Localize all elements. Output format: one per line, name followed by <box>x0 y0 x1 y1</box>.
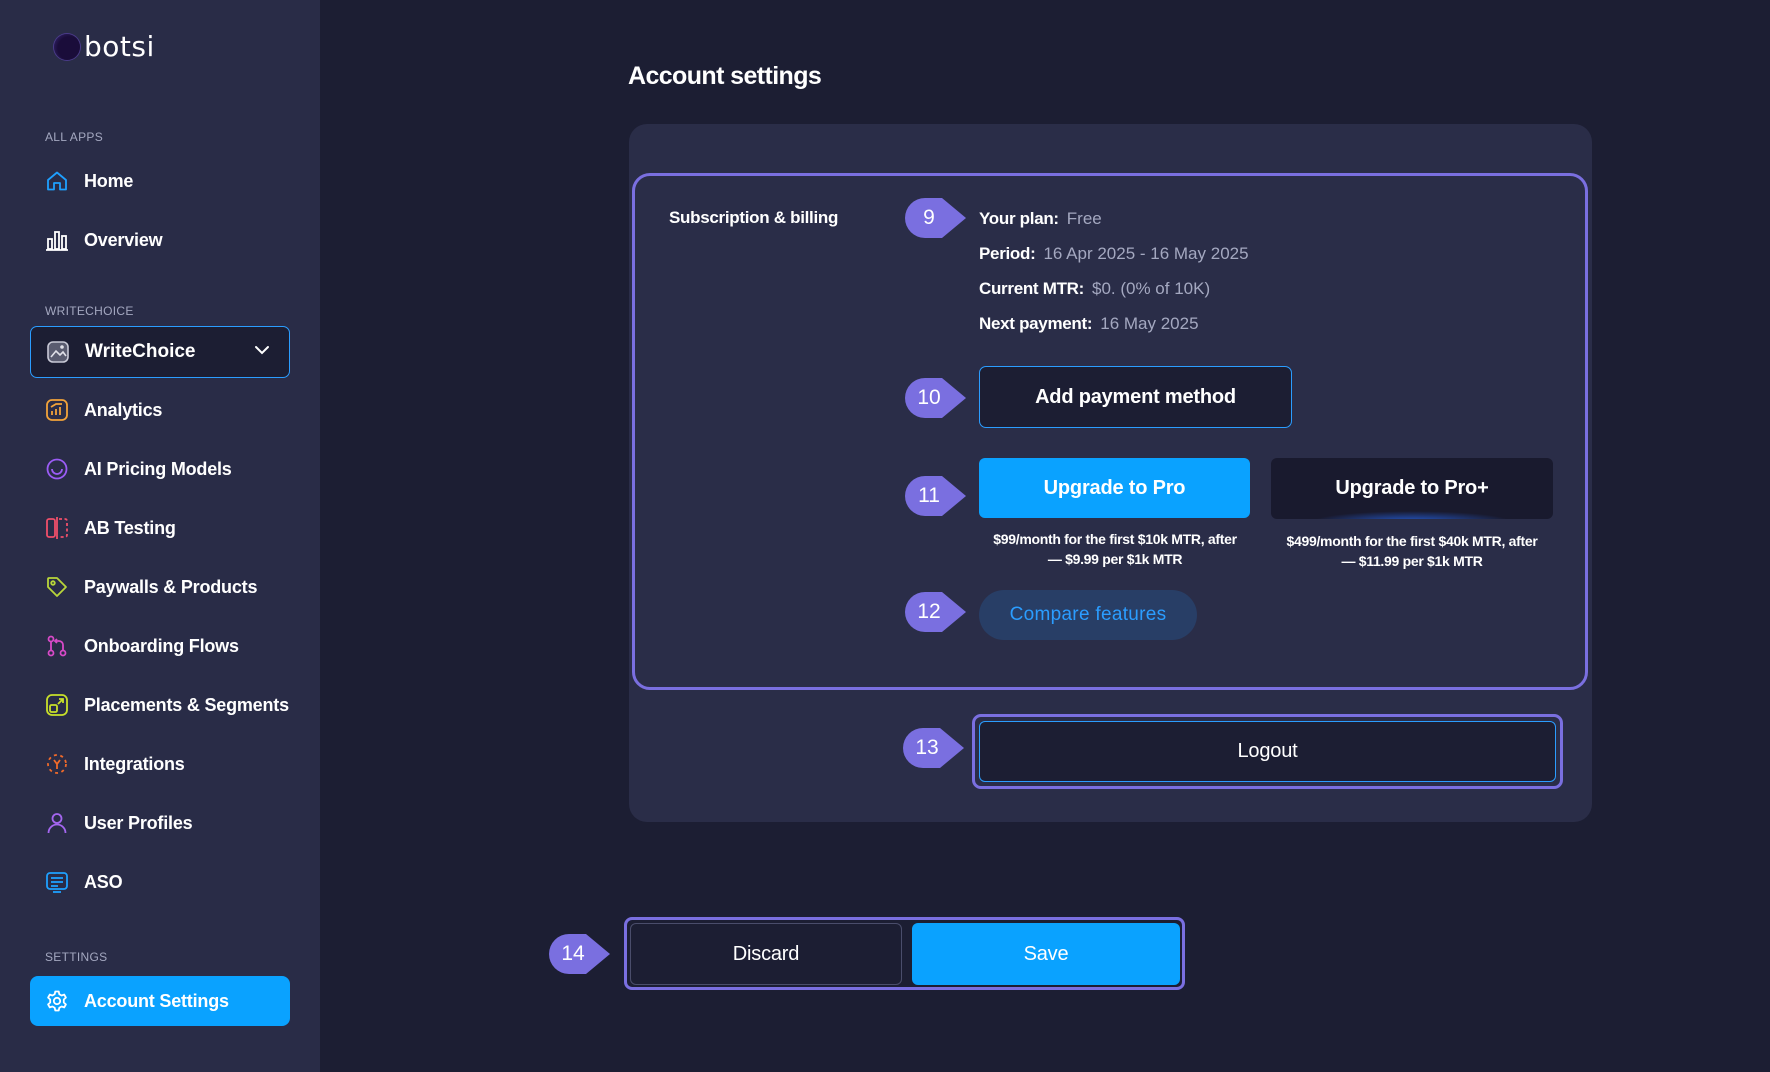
sidebar-item-user-profiles[interactable]: User Profiles <box>30 798 290 848</box>
integrations-icon <box>44 751 70 777</box>
app-selector[interactable]: WriteChoice <box>30 326 290 378</box>
sidebar-item-ai-pricing-models[interactable]: AI Pricing Models <box>30 444 290 494</box>
upgrade-to-pro-plus-button[interactable]: Upgrade to Pro+ <box>1271 458 1553 519</box>
annotation-badge-14: 14 <box>548 933 618 975</box>
sidebar-item-label: Account Settings <box>84 990 229 1011</box>
app-selector-label: WriteChoice <box>85 341 196 362</box>
pro-plus-price-note: $499/month for the first $40k MTR, after… <box>1266 531 1558 571</box>
chevron-down-icon <box>253 341 271 364</box>
flow-icon <box>44 633 70 659</box>
sidebar-item-label: Overview <box>84 229 163 250</box>
sidebar-item-onboarding-flows[interactable]: Onboarding Flows <box>30 621 290 671</box>
sidebar-item-paywalls-products[interactable]: Paywalls & Products <box>30 562 290 612</box>
plan-key: Your plan: <box>979 209 1059 228</box>
bar-chart-icon <box>44 227 70 253</box>
pro-price-line-2: — $9.99 per $1k MTR <box>1047 551 1183 567</box>
placement-icon <box>44 692 70 718</box>
annotation-number: 10 <box>917 386 941 409</box>
annotation-number: 12 <box>917 600 941 623</box>
upgrade-to-pro-button[interactable]: Upgrade to Pro <box>979 458 1250 518</box>
app-image-icon <box>45 339 71 365</box>
brand-logo[interactable]: botsi <box>54 30 155 63</box>
annotation-badge-12: 12 <box>904 591 974 633</box>
analytics-icon <box>44 397 70 423</box>
sidebar-item-overview[interactable]: Overview <box>30 215 290 265</box>
sidebar-item-label: AB Testing <box>84 517 176 538</box>
plan-value: Free <box>1066 209 1102 228</box>
sidebar-item-ab-testing[interactable]: AB Testing <box>30 503 290 553</box>
period-key: Period: <box>979 244 1036 263</box>
next-payment-key: Next payment: <box>979 314 1093 333</box>
logout-button[interactable]: Logout <box>979 721 1556 782</box>
sidebar-item-analytics[interactable]: Analytics <box>30 385 290 435</box>
mtr-value: $0. (0% of 10K) <box>1092 279 1211 298</box>
botsi-logo-icon <box>54 33 80 60</box>
page-title: Account settings <box>628 62 822 90</box>
annotation-number: 14 <box>561 942 585 965</box>
add-payment-method-button[interactable]: Add payment method <box>979 366 1292 428</box>
save-button[interactable]: Save <box>912 923 1180 985</box>
sidebar-item-label: Integrations <box>84 753 185 774</box>
billing-section-title: Subscription & billing <box>669 208 839 227</box>
annotation-badge-13: 13 <box>902 727 972 769</box>
ai-circle-icon <box>44 456 70 482</box>
brand-name: botsi <box>84 30 155 63</box>
mtr-row: Current MTR: $0. (0% of 10K) <box>979 279 1210 299</box>
pro-plus-price-line-2: — $11.99 per $1k MTR <box>1341 553 1483 569</box>
section-label-writechoice: WRITECHOICE <box>45 304 134 318</box>
upgrade-to-pro-plus-label: Upgrade to Pro+ <box>1335 477 1489 499</box>
annotation-number: 11 <box>918 484 940 507</box>
sidebar-item-label: Placements & Segments <box>84 694 289 715</box>
sidebar-item-account-settings[interactable]: Account Settings <box>30 976 290 1026</box>
ab-testing-icon <box>44 515 70 541</box>
annotation-badge-11: 11 <box>904 475 974 517</box>
pro-plus-price-line-1: $499/month for the first $40k MTR, after <box>1286 533 1538 549</box>
annotation-number: 13 <box>915 736 939 759</box>
compare-features-button[interactable]: Compare features <box>979 590 1197 640</box>
next-payment-value: 16 May 2025 <box>1100 314 1199 333</box>
sidebar-item-label: Paywalls & Products <box>84 576 258 597</box>
home-icon <box>44 168 70 194</box>
aso-icon <box>44 869 70 895</box>
period-value: 16 Apr 2025 - 16 May 2025 <box>1043 244 1249 263</box>
sidebar-item-label: User Profiles <box>84 812 193 833</box>
sidebar-item-integrations[interactable]: Integrations <box>30 739 290 789</box>
pro-price-line-1: $99/month for the first $10k MTR, after <box>993 531 1237 547</box>
sidebar: botsi ALL APPS Home Overview WRITECHOICE… <box>0 0 320 1072</box>
sidebar-item-aso[interactable]: ASO <box>30 857 290 907</box>
pro-price-note: $99/month for the first $10k MTR, after … <box>975 529 1255 569</box>
mtr-key: Current MTR: <box>979 279 1084 298</box>
section-label-settings: SETTINGS <box>45 950 108 964</box>
user-icon <box>44 810 70 836</box>
annotation-badge-10: 10 <box>904 377 974 419</box>
sidebar-item-label: Onboarding Flows <box>84 635 239 656</box>
sidebar-item-label: Analytics <box>84 399 163 420</box>
gear-icon <box>44 988 70 1014</box>
sidebar-item-label: AI Pricing Models <box>84 458 232 479</box>
sidebar-item-home[interactable]: Home <box>30 156 290 206</box>
sidebar-item-label: Home <box>84 170 134 191</box>
annotation-number: 9 <box>923 206 935 229</box>
plan-row: Your plan: Free <box>979 209 1102 229</box>
annotation-badge-9: 9 <box>904 197 974 239</box>
tag-icon <box>44 574 70 600</box>
discard-button[interactable]: Discard <box>630 923 902 985</box>
section-label-all-apps: ALL APPS <box>45 130 103 144</box>
sidebar-item-label: ASO <box>84 871 123 892</box>
period-row: Period: 16 Apr 2025 - 16 May 2025 <box>979 244 1249 264</box>
next-payment-row: Next payment: 16 May 2025 <box>979 314 1199 334</box>
sidebar-item-placements-segments[interactable]: Placements & Segments <box>30 680 290 730</box>
